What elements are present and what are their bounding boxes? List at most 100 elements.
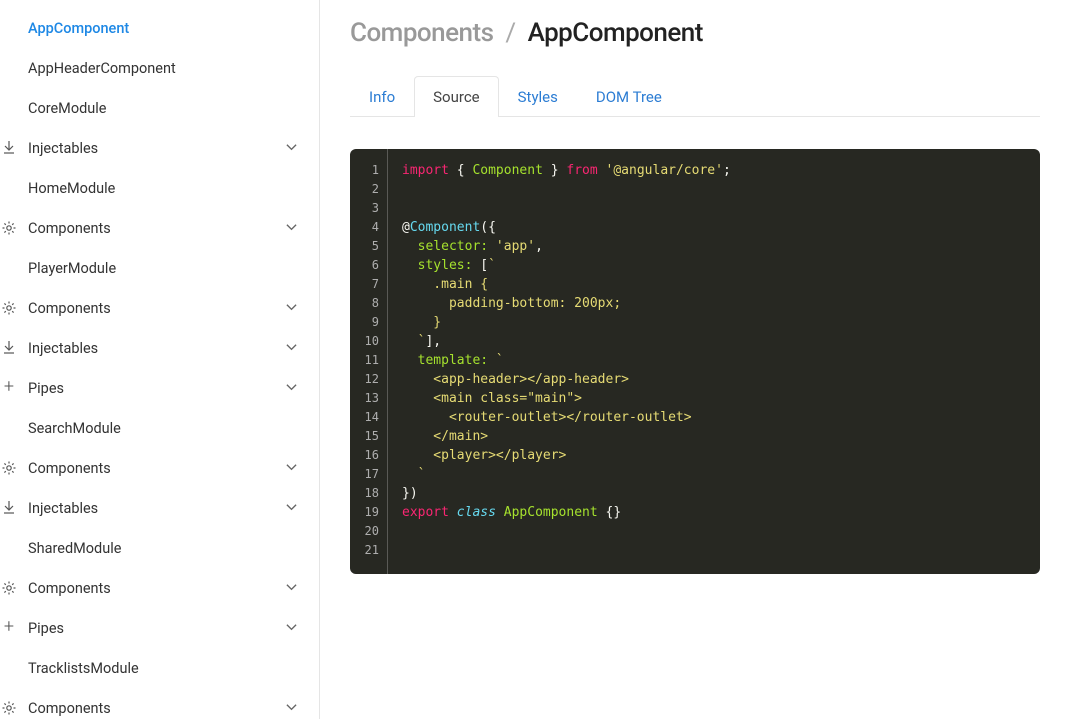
sidebar-item[interactable]: Injectables <box>0 328 319 368</box>
main-content: Components / AppComponent InfoSourceStyl… <box>320 0 1070 719</box>
code-line: <main class="main"> <box>402 389 1026 408</box>
code-line: @Component({ <box>402 218 1026 237</box>
sidebar-item-label: SearchModule <box>28 420 303 437</box>
code-line: template: ` <box>402 351 1026 370</box>
line-number: 5 <box>350 237 387 256</box>
sidebar-item-label: CoreModule <box>28 100 303 117</box>
sidebar-item-label: Injectables <box>28 140 286 157</box>
chevron-down-icon <box>286 700 297 717</box>
line-number: 17 <box>350 465 387 484</box>
sidebar-item-label: Components <box>28 300 286 317</box>
line-number: 1 <box>350 161 387 180</box>
sidebar-item-label: Components <box>28 700 286 717</box>
code-line: <router-outlet></router-outlet> <box>402 408 1026 427</box>
cog-icon <box>0 459 18 477</box>
no-icon <box>0 539 18 557</box>
sidebar-item[interactable]: Injectables <box>0 488 319 528</box>
no-icon <box>0 179 18 197</box>
line-number: 21 <box>350 541 387 560</box>
code-line: import { Component } from '@angular/core… <box>402 161 1026 180</box>
line-number: 11 <box>350 351 387 370</box>
chevron-down-icon <box>286 460 297 477</box>
sidebar-item[interactable]: AppComponent <box>0 8 319 48</box>
chevron-down-icon <box>286 580 297 597</box>
sidebar-item[interactable]: AppHeaderComponent <box>0 48 319 88</box>
code-line: <player></player> <box>402 446 1026 465</box>
code-line: `], <box>402 332 1026 351</box>
breadcrumb-current: AppComponent <box>528 18 703 48</box>
sidebar-item[interactable]: Components <box>0 688 319 719</box>
sidebar-item[interactable]: +Pipes <box>0 608 319 648</box>
sidebar-item[interactable]: CoreModule <box>0 88 319 128</box>
sidebar-item[interactable]: SharedModule <box>0 528 319 568</box>
line-number: 6 <box>350 256 387 275</box>
sidebar-item-label: Pipes <box>28 380 286 397</box>
code-line: export class AppComponent {} <box>402 503 1026 522</box>
cog-icon <box>0 299 18 317</box>
sidebar-item-label: AppHeaderComponent <box>28 60 303 77</box>
source-code-block: 123456789101112131415161718192021 import… <box>350 149 1040 574</box>
breadcrumb: Components / AppComponent <box>350 18 1040 48</box>
line-number: 9 <box>350 313 387 332</box>
sidebar-item[interactable]: Components <box>0 568 319 608</box>
line-number-gutter: 123456789101112131415161718192021 <box>350 149 388 574</box>
line-number: 7 <box>350 275 387 294</box>
sidebar-item[interactable]: TracklistsModule <box>0 648 319 688</box>
line-number: 4 <box>350 218 387 237</box>
code-line: }) <box>402 484 1026 503</box>
tab-info[interactable]: Info <box>350 76 414 117</box>
code-line: .main { <box>402 275 1026 294</box>
cog-icon <box>0 699 18 717</box>
breadcrumb-separator: / <box>499 18 521 48</box>
plus-icon: + <box>0 619 18 637</box>
line-number: 15 <box>350 427 387 446</box>
sidebar: AppComponent AppHeaderComponent CoreModule… <box>0 0 320 719</box>
no-icon <box>0 419 18 437</box>
plus-icon: + <box>0 379 18 397</box>
line-number: 20 <box>350 522 387 541</box>
sidebar-item-label: AppComponent <box>28 20 303 37</box>
sidebar-item-label: HomeModule <box>28 180 303 197</box>
line-number: 18 <box>350 484 387 503</box>
line-number: 13 <box>350 389 387 408</box>
sidebar-item[interactable]: Components <box>0 208 319 248</box>
sidebar-item[interactable]: HomeModule <box>0 168 319 208</box>
no-icon <box>0 659 18 677</box>
chevron-down-icon <box>286 500 297 517</box>
chevron-down-icon <box>286 220 297 237</box>
tab-styles[interactable]: Styles <box>499 76 577 117</box>
line-number: 16 <box>350 446 387 465</box>
injectables-icon <box>0 499 18 517</box>
chevron-down-icon <box>286 300 297 317</box>
line-number: 19 <box>350 503 387 522</box>
source-code[interactable]: import { Component } from '@angular/core… <box>388 149 1040 574</box>
code-line <box>402 199 1026 218</box>
sidebar-item-label: Injectables <box>28 500 286 517</box>
sidebar-item[interactable]: + Pipes <box>0 368 319 408</box>
tab-dom-tree[interactable]: DOM Tree <box>577 76 681 117</box>
line-number: 2 <box>350 180 387 199</box>
sidebar-item-label: Components <box>28 460 286 477</box>
chevron-down-icon <box>286 620 297 637</box>
chevron-down-icon <box>286 140 297 157</box>
sidebar-item[interactable]: Injectables <box>0 128 319 168</box>
breadcrumb-root[interactable]: Components <box>350 18 493 48</box>
sidebar-item[interactable]: SearchModule <box>0 408 319 448</box>
code-line: } <box>402 313 1026 332</box>
sidebar-item-label: TracklistsModule <box>28 660 303 677</box>
code-line <box>402 180 1026 199</box>
code-line: styles: [` <box>402 256 1026 275</box>
no-icon <box>0 59 18 77</box>
injectables-icon <box>0 139 18 157</box>
sidebar-item[interactable]: PlayerModule <box>0 248 319 288</box>
sidebar-item[interactable]: Components <box>0 448 319 488</box>
sidebar-item[interactable]: Components <box>0 288 319 328</box>
line-number: 12 <box>350 370 387 389</box>
sidebar-item-label: PlayerModule <box>28 260 303 277</box>
line-number: 8 <box>350 294 387 313</box>
injectables-icon <box>0 339 18 357</box>
tab-source[interactable]: Source <box>414 76 498 117</box>
sidebar-item-label: Components <box>28 220 286 237</box>
no-icon <box>0 99 18 117</box>
no-icon <box>0 19 18 37</box>
